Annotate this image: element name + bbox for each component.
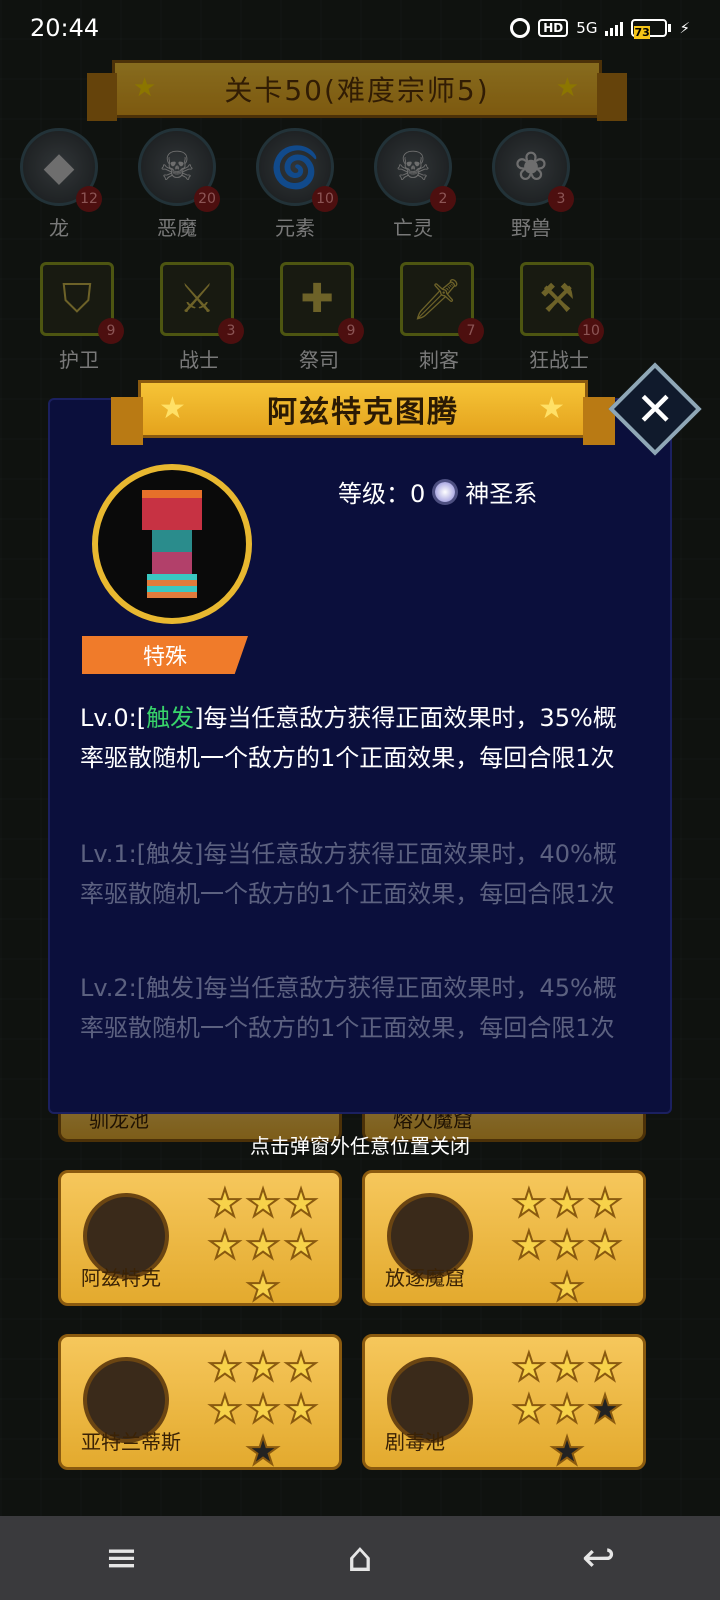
status-time: 20:44 xyxy=(30,14,100,42)
star-icon: ★ xyxy=(549,1223,585,1267)
effect-lv2: Lv.2:[触发]每当任意敌方获得正面效果时，45%概率驱散随机一个敌方的1个正… xyxy=(80,974,617,1042)
star-icon: ★ xyxy=(587,1181,623,1225)
level-text: 等级：0 xyxy=(338,480,426,508)
star-icon: ★ xyxy=(283,1387,319,1431)
star-icon: ★ xyxy=(511,1223,547,1267)
alarm-icon xyxy=(510,18,531,38)
card-name: 放逐魔窟 xyxy=(385,1266,465,1290)
star-icon: ★ xyxy=(283,1223,319,1267)
star-icon: ★ xyxy=(587,1387,623,1431)
effect-lv0: Lv.0:[触发]每当任意敌方获得正面效果时，35%概率驱散随机一个敌方的1个正… xyxy=(80,698,640,778)
star-rating: ★ ★ ★ ★ ★ ★ ★ xyxy=(497,1181,637,1309)
star-icon: ★ xyxy=(245,1265,281,1309)
element-text: 神圣系 xyxy=(465,480,538,508)
star-icon: ★ xyxy=(549,1181,585,1225)
hd-icon: HD xyxy=(538,19,569,37)
totem-icon xyxy=(142,490,202,598)
star-icon: ★ xyxy=(283,1345,319,1389)
star-rating: ★ ★ ★ ★ ★ ★ ★ xyxy=(497,1345,637,1473)
star-icon: ★ xyxy=(207,1181,243,1225)
map-card[interactable]: ★ ★ ★ ★ ★ ★ ★ 亚特兰蒂斯 xyxy=(58,1334,342,1473)
star-icon: ★ xyxy=(245,1223,281,1267)
popup-title: 阿兹特克图腾 xyxy=(267,395,459,430)
star-icon: ★ xyxy=(511,1387,547,1431)
holy-element-icon xyxy=(435,481,456,502)
star-icon: ★ xyxy=(511,1181,547,1225)
level-line: 等级：0 神圣系 xyxy=(338,474,537,509)
relic-portrait xyxy=(92,464,252,624)
star-icon: ★ xyxy=(245,1345,281,1389)
close-icon: ✕ xyxy=(635,381,675,436)
card-name: 剧毒池 xyxy=(385,1430,445,1454)
map-card[interactable]: ★ ★ ★ ★ ★ ★ ★ 剧毒池 xyxy=(362,1334,646,1473)
home-icon[interactable]: ⌂ xyxy=(347,1535,372,1581)
card-name: 阿兹特克 xyxy=(81,1266,161,1290)
star-icon: ★ xyxy=(207,1387,243,1431)
star-icon: ★ xyxy=(549,1387,585,1431)
star-icon: ★ xyxy=(245,1387,281,1431)
star-icon: ★ xyxy=(549,1345,585,1389)
star-icon: ★ xyxy=(207,1223,243,1267)
battery-level: 73 xyxy=(634,26,650,39)
battery-icon: 73 xyxy=(631,19,672,39)
signal-icon xyxy=(605,20,624,36)
back-icon[interactable]: ↩ xyxy=(582,1535,616,1581)
star-icon: ★ xyxy=(511,1345,547,1389)
charging-icon: ⚡ xyxy=(679,19,690,37)
popup-title-banner: ★ 阿兹特克图腾 ★ xyxy=(111,380,615,445)
map-card[interactable]: ★ ★ ★ ★ ★ ★ ★ 阿兹特克 xyxy=(58,1170,342,1309)
star-icon: ★ xyxy=(549,1429,585,1473)
star-icon: ★ xyxy=(283,1181,319,1225)
close-hint: 点击弹窗外任意位置关闭 xyxy=(250,1134,470,1158)
star-icon: ★ xyxy=(159,391,188,426)
star-rating: ★ ★ ★ ★ ★ ★ ★ xyxy=(193,1345,333,1473)
rarity-tag: 特殊 xyxy=(82,636,248,674)
star-icon: ★ xyxy=(207,1345,243,1389)
trigger-keyword: 触发 xyxy=(146,704,195,732)
menu-icon[interactable]: ≡ xyxy=(105,1535,139,1581)
star-icon: ★ xyxy=(245,1181,281,1225)
card-name: 亚特兰蒂斯 xyxy=(81,1430,181,1454)
star-icon: ★ xyxy=(587,1223,623,1267)
system-nav-bar: ≡ ⌂ ↩ xyxy=(0,1516,720,1600)
star-icon: ★ xyxy=(538,391,567,426)
status-bar: 20:44 HD 5G 73 ⚡ xyxy=(0,0,720,56)
star-icon: ★ xyxy=(549,1265,585,1309)
map-card[interactable]: ★ ★ ★ ★ ★ ★ ★ 放逐魔窟 xyxy=(362,1170,646,1309)
star-icon: ★ xyxy=(245,1429,281,1473)
effect-lv1: Lv.1:[触发]每当任意敌方获得正面效果时，40%概率驱散随机一个敌方的1个正… xyxy=(80,840,617,908)
star-rating: ★ ★ ★ ★ ★ ★ ★ xyxy=(193,1181,333,1309)
network-label: 5G xyxy=(576,19,598,37)
star-icon: ★ xyxy=(587,1345,623,1389)
effect-prefix: Lv.0:[ xyxy=(80,704,147,732)
